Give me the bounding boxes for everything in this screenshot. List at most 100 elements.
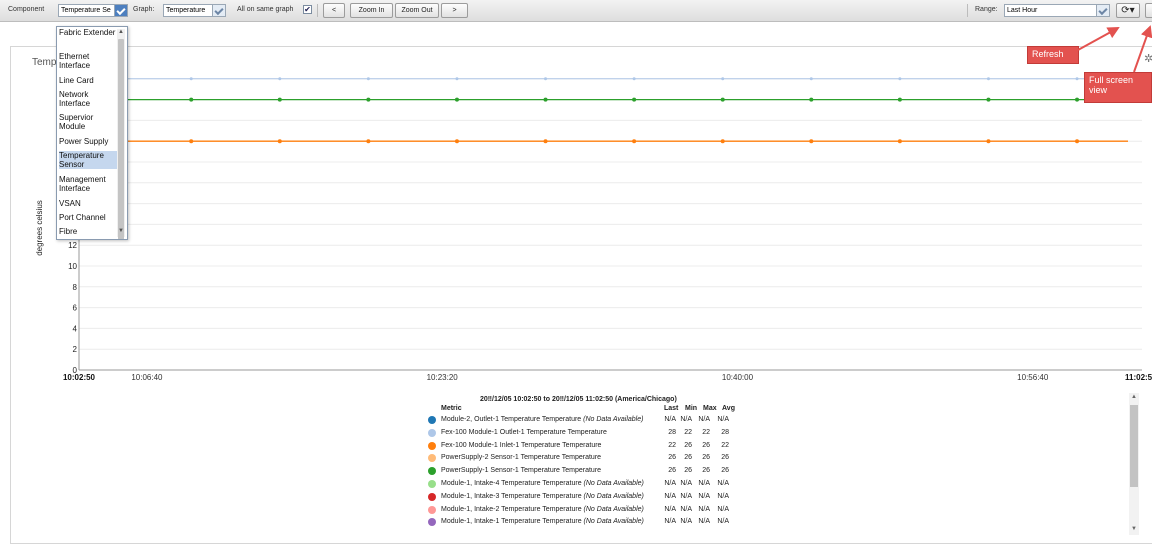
dropdown-item[interactable]: Line Card <box>59 76 117 85</box>
legend-scrollbar-thumb[interactable] <box>1130 405 1138 487</box>
full-screen-callout: Full screen view <box>1084 72 1152 103</box>
component-dropdown-list[interactable]: ▲ ▼ Fabric Extender Ethernet Interface Lin… <box>56 26 128 240</box>
dropdown-item[interactable]: Supervior Module <box>59 113 117 131</box>
data-point <box>189 77 193 81</box>
data-point <box>277 139 282 144</box>
data-point <box>366 139 371 144</box>
legend-header-avg: Avg <box>722 405 735 412</box>
legend-max-value: N/A <box>698 505 710 513</box>
data-point <box>1075 139 1080 144</box>
y-tick-label: 2 <box>73 345 78 354</box>
legend-row[interactable]: Fex-100 Module-1 Inlet-1 Temperature Tem… <box>428 440 744 453</box>
data-point <box>189 139 194 144</box>
legend-row[interactable]: Module-2, Outlet-1 Temperature Temperatu… <box>428 414 744 427</box>
legend-avg-value: 22 <box>721 441 729 449</box>
series-color-icon <box>428 467 436 476</box>
chart-gridlines <box>78 70 1142 371</box>
legend-row[interactable]: Module-1, Intake-3 Temperature Temperatu… <box>428 491 744 504</box>
legend-max-value: N/A <box>698 480 710 487</box>
y-tick-label: 10 <box>68 262 77 271</box>
data-point <box>277 97 282 102</box>
x-tick-label: 10:40:00 <box>722 373 754 382</box>
legend-avg-value: N/A <box>717 416 729 423</box>
legend-avg-value: 28 <box>721 428 729 436</box>
series-color-icon <box>428 454 436 463</box>
legend-min-value: N/A <box>680 480 692 487</box>
data-point <box>454 139 459 144</box>
series-color-icon <box>428 505 436 514</box>
refresh-callout: Refresh <box>1027 46 1079 64</box>
dropdown-item[interactable]: Fabric Extender <box>59 28 117 37</box>
legend-avg-value: 26 <box>721 467 729 475</box>
dropdown-item[interactable]: Ethernet Interface <box>59 52 117 70</box>
legend-min-value: N/A <box>680 505 692 513</box>
legend-row[interactable]: PowerSupply-2 Sensor-1 Temperature Tempe… <box>428 452 744 465</box>
dropdown-item[interactable]: Temperature Sensor <box>59 151 117 169</box>
legend-metric-name: Fex-100 Module-1 Inlet-1 Temperature Tem… <box>441 441 602 449</box>
data-point <box>809 139 814 144</box>
legend-row[interactable]: PowerSupply-1 Sensor-1 Temperature Tempe… <box>428 465 744 478</box>
legend-min-value: N/A <box>680 492 692 500</box>
dropdown-item[interactable]: Management Interface <box>59 175 117 193</box>
data-point <box>1075 77 1079 81</box>
y-tick-label: 6 <box>73 304 78 313</box>
scroll-down-icon[interactable]: ▼ <box>118 228 124 234</box>
dropdown-item[interactable]: Power Supply <box>59 137 117 146</box>
data-point <box>543 139 548 144</box>
legend-metric-name: PowerSupply-2 Sensor-1 Temperature Tempe… <box>441 454 602 462</box>
data-point <box>720 97 725 102</box>
dropdown-item[interactable]: VSAN <box>59 199 117 208</box>
data-point <box>366 77 370 81</box>
series-color-icon <box>428 518 436 527</box>
data-point <box>809 77 813 81</box>
legend-metric-name: PowerSupply-1 Sensor-1 Temperature Tempe… <box>441 467 602 475</box>
dropdown-scrollbar-thumb[interactable] <box>118 39 124 239</box>
data-point <box>898 77 902 81</box>
y-tick-label: 4 <box>73 324 78 333</box>
series-color-icon <box>428 441 436 450</box>
legend-row[interactable]: Fex-100 Module-1 Outlet-1 Temperature Te… <box>428 427 744 440</box>
legend-metric-name: Module-1, Intake-4 Temperature Temperatu… <box>441 480 644 487</box>
legend-metric-name: Fex-100 Module-1 Outlet-1 Temperature Te… <box>441 428 607 436</box>
data-point <box>632 139 637 144</box>
legend-row[interactable]: Module-1, Intake-2 Temperature Temperatu… <box>428 504 744 517</box>
x-axis-ticks: 10:02:50 10:06:40 10:23:20 10:40:00 10:56:40… <box>63 373 1152 382</box>
legend-row[interactable]: Module-1, Intake-4 Temperature Temperatu… <box>428 478 744 491</box>
legend-row[interactable]: Module-1, Intake-1 Temperature Temperatu… <box>428 516 744 529</box>
y-tick-label: 12 <box>68 241 77 250</box>
data-point <box>454 97 459 102</box>
dropdown-item[interactable]: Port Channel <box>59 213 117 222</box>
dropdown-item[interactable]: Fibre <box>59 227 117 236</box>
dropdown-item[interactable]: Network Interface <box>59 90 117 108</box>
data-point <box>278 77 282 81</box>
scroll-down-icon[interactable]: ▼ <box>1131 526 1137 532</box>
x-tick-label: 10:56:40 <box>1017 373 1049 382</box>
legend-min-value: 26 <box>684 441 692 449</box>
scroll-up-icon[interactable]: ▲ <box>118 29 124 35</box>
data-point <box>189 97 194 102</box>
legend-min-value: N/A <box>680 518 692 526</box>
legend-avg-value: N/A <box>717 480 729 487</box>
legend-metric-name: Module-1, Intake-3 Temperature Temperatu… <box>441 492 644 500</box>
series-color-icon <box>428 428 436 437</box>
legend-header-max: Max <box>703 405 717 412</box>
data-point <box>632 97 637 102</box>
legend-min-value: N/A <box>680 416 692 423</box>
y-tick-label: 8 <box>73 283 78 292</box>
data-point <box>897 139 902 144</box>
data-point <box>809 97 814 102</box>
data-point <box>455 77 459 81</box>
legend-scrollbar[interactable]: ▲ ▼ <box>1129 393 1139 535</box>
legend-metric-name: Module-1, Intake-1 Temperature Temperatu… <box>441 518 644 526</box>
scroll-up-icon[interactable]: ▲ <box>1131 394 1137 400</box>
data-point <box>986 139 991 144</box>
data-point <box>543 97 548 102</box>
temperature-chart: 024681012 10:02:50 10:06:40 10:23:20 10:40:… <box>35 70 1152 382</box>
legend-max-value: 26 <box>702 454 710 462</box>
data-point <box>1075 97 1080 102</box>
data-point <box>366 97 371 102</box>
x-tick-label: 10:06:40 <box>131 373 163 382</box>
data-point <box>632 77 636 81</box>
legend-min-value: 26 <box>684 454 692 462</box>
legend-header-last: Last <box>664 405 679 412</box>
